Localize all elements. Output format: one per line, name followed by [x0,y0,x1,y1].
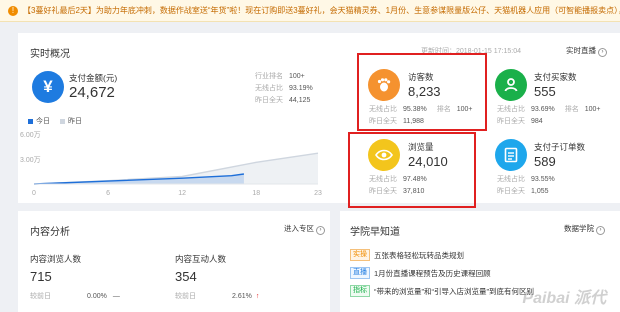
legend-today-swatch [28,118,33,124]
news-item[interactable]: 实操 五张表格轻松玩转品类规划 [350,249,464,261]
notice-bar[interactable]: ! 【3蔓好礼最后2天】为助力年底冲刺，数据作战室送“年货”啦！现在订购即送3蔓… [0,0,620,22]
orders-yesterday: 昨日全天 1,055 [497,188,549,195]
tag-live: 直播 [350,267,370,279]
x-tick-label: 6 [106,190,110,197]
up-arrow-icon: ↑ [255,293,260,300]
user-icon [495,69,527,101]
chevron-right-icon: › [596,226,605,235]
buyers-label: 支付买家数 [534,72,577,82]
legend-today: 今日 [36,118,50,125]
content-analysis-card: 内容分析 进入专区 › 内容浏览人数 715 较前日 0.00% — 内容互动人数 3… [18,211,330,312]
data-academy-link[interactable]: 数据学院 › [564,223,605,235]
chevron-right-icon: › [316,226,325,235]
realtime-overview-card: 实时概况 更新时间：2018-01-15 17:15:04 实时直播 › ¥ 支付… [18,33,620,208]
watermark-logo: Paibai 派代 [522,290,606,307]
orders-share: 无线占比 93.55% [497,176,555,183]
notice-text: 【3蔓好礼最后2天】为助力年底冲刺，数据作战室送“年货”啦！现在订购即送3蔓好礼… [23,6,620,15]
trend-chart: 6.00万 3.00万 0 6 12 18 23 [20,131,322,197]
news-item[interactable]: 直播 1月份直播课程预告及历史课程回顾 [350,267,491,279]
x-tick-label: 18 [252,190,260,197]
y-tick-label: 3.00万 [20,156,41,164]
pay-stats: 行业排名 100+ 无线占比 93.19% 昨日全天 44,125 [255,73,313,104]
enter-zone-link[interactable]: 进入专区 › [284,223,325,235]
buyers-value: 555 [534,84,556,99]
x-tick-label: 0 [32,190,36,197]
browse-value: 715 [30,269,52,284]
highlight-box-visitors [357,53,487,131]
interact-compare: 较前日 2.61% ↑ [175,293,260,300]
yen-icon: ¥ [32,71,64,103]
legend-yesterday: 昨日 [68,118,82,125]
academy-title: 学院早知道 [350,227,400,238]
live-link[interactable]: 实时直播 › [566,45,607,57]
tag-practice: 实操 [350,249,370,261]
legend-yesterday-swatch [60,118,65,124]
highlight-box-pageviews [348,132,476,208]
chart-legend: 今日 昨日 [28,116,82,126]
interact-value: 354 [175,269,197,284]
pay-label: 支付金额(元) [69,73,118,83]
browse-compare: 较前日 0.00% — [30,293,120,300]
warning-icon: ! [8,5,18,16]
interact-label: 内容互动人数 [175,254,227,264]
content-title: 内容分析 [30,227,70,238]
buyers-share: 无线占比 93.69% 排名 100+ [497,106,601,113]
browse-label: 内容浏览人数 [30,254,82,264]
x-tick-label: 23 [314,190,322,197]
orders-value: 589 [534,154,556,169]
pay-value: 24,672 [69,84,115,101]
document-icon [495,139,527,171]
section-title: 实时概况 [30,49,70,60]
x-tick-label: 12 [178,190,186,197]
y-tick-label: 6.00万 [20,131,41,139]
news-item[interactable]: 指标 “带来的浏览量”和“引导入店浏览量”到底有何区别 [350,285,534,297]
tag-metric: 指标 [350,285,370,297]
buyers-yesterday: 昨日全天 984 [497,118,543,125]
chevron-right-icon: › [598,48,607,57]
orders-label: 支付子订单数 [534,142,586,152]
